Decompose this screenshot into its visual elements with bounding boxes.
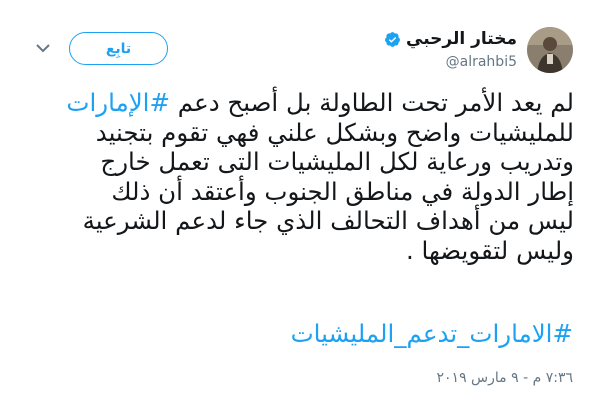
tweet-card: مختار الرحبي @alrahbi5 تابِع لم يعد الأم… [0, 0, 600, 400]
follow-button[interactable]: تابِع [69, 32, 168, 65]
tweet-line: لم يعد الأمر تحت الطاولة بل أصبح دعم #ال… [28, 88, 574, 118]
tweet-line: للمليشيات واضح وبشكل علني فهي تقوم بتجني… [95, 117, 574, 147]
display-name-row[interactable]: مختار الرحبي [384, 29, 517, 49]
hashtag-link-emirates[interactable]: #الإمارات [66, 88, 170, 117]
hashtag-link[interactable]: #الامارات_تدعم_المليشيات [291, 319, 573, 348]
tweet-line: ليس من أهداف التحالف الذي جاء لدعم الشرع… [82, 206, 574, 236]
avatar[interactable] [527, 27, 573, 73]
user-handle[interactable]: @alrahbi5 [446, 54, 517, 70]
chevron-down-icon[interactable] [34, 41, 52, 55]
tweet-line: وليس لتقويضها . [405, 235, 574, 265]
tweet-text: لم يعد الأمر تحت الطاولة بل أصبح دعم #ال… [28, 88, 574, 266]
tweet-line: إطار الدولة في مناطق الجنوب وأعتقد أن ذل… [111, 176, 574, 206]
tweet-line-text: لم يعد الأمر تحت الطاولة بل أصبح دعم [170, 88, 574, 117]
tweet-timestamp[interactable]: ٧:٣٦ م - ٩ مارس ٢٠١٩ [437, 370, 573, 386]
avatar-image [527, 27, 573, 73]
display-name[interactable]: مختار الرحبي [406, 29, 517, 49]
tweet-line: وتدريب ورعاية لكل المليشيات التى تعمل خا… [100, 147, 574, 177]
verified-badge-icon [385, 31, 400, 47]
